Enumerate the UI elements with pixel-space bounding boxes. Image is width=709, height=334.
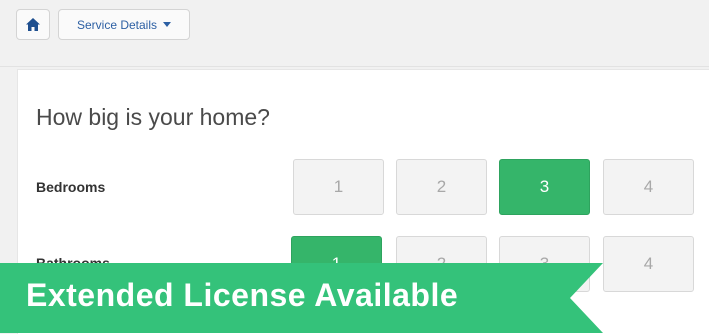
extended-license-banner: Extended License Available <box>0 263 603 333</box>
home-button[interactable] <box>16 9 50 40</box>
bedrooms-option-1[interactable]: 1 <box>293 159 384 215</box>
bathrooms-option-4[interactable]: 4 <box>603 236 694 292</box>
question-title: How big is your home? <box>36 104 270 130</box>
bedrooms-option-4[interactable]: 4 <box>603 159 694 215</box>
banner-text: Extended License Available <box>26 277 459 313</box>
bedrooms-label: Bedrooms <box>36 179 106 195</box>
home-icon <box>25 17 41 32</box>
bedrooms-option-3[interactable]: 3 <box>499 159 590 215</box>
bedrooms-option-2[interactable]: 2 <box>396 159 487 215</box>
service-details-dropdown[interactable]: Service Details <box>58 9 190 40</box>
page: Service Details How big is your home? Be… <box>0 0 709 334</box>
top-toolbar: Service Details <box>0 0 709 67</box>
dropdown-label: Service Details <box>76 17 158 32</box>
caret-down-icon <box>163 22 172 27</box>
